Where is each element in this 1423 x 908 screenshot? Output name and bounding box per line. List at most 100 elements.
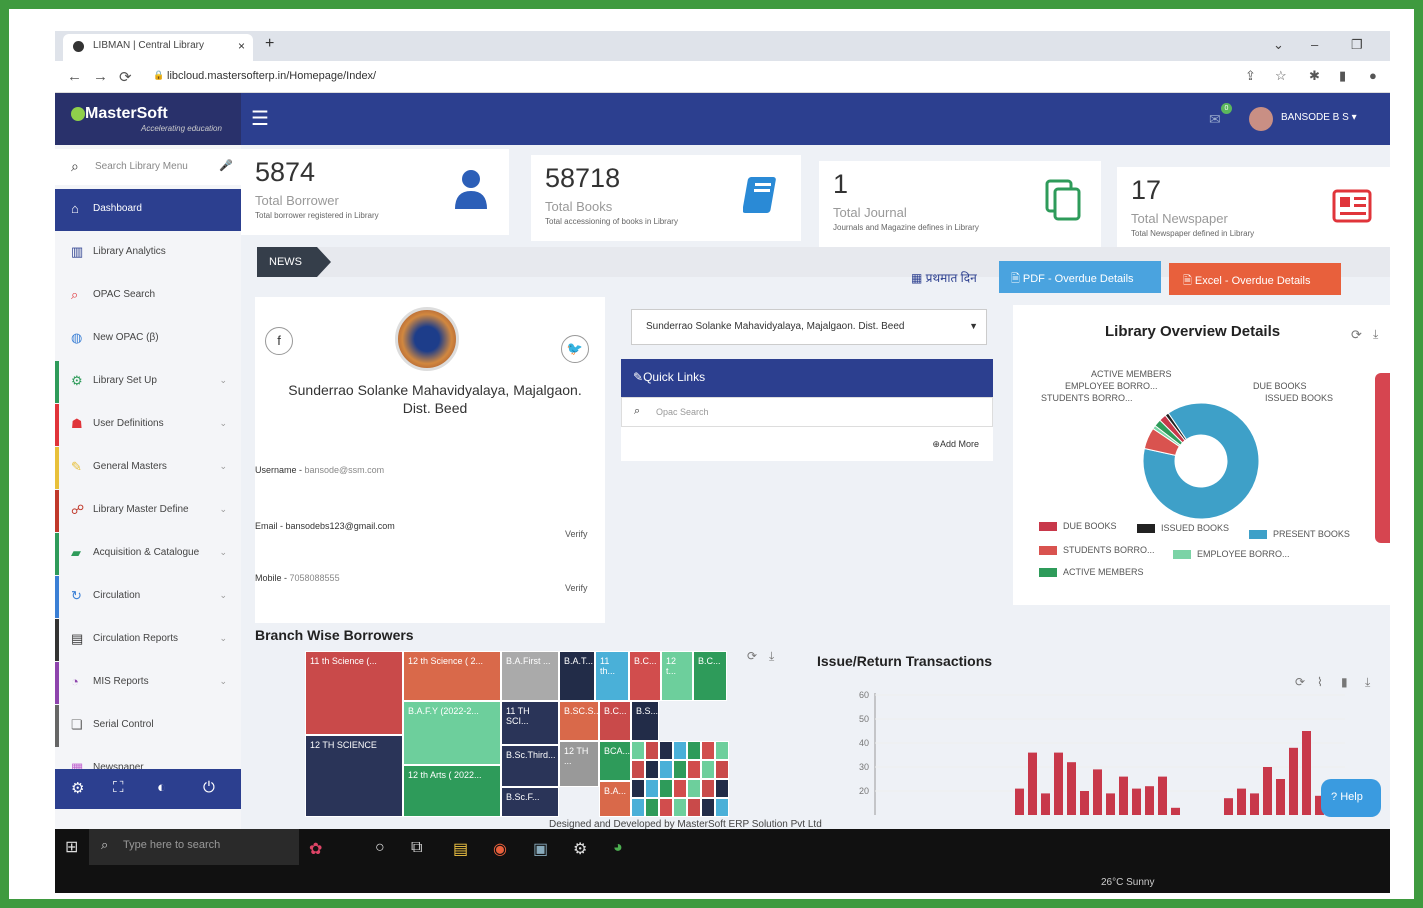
- treemap-tile[interactable]: [645, 798, 659, 817]
- sidebar-item-1[interactable]: ▥ Library Analytics: [55, 232, 241, 274]
- treemap-tile[interactable]: B.A.First ...: [501, 651, 559, 701]
- treemap-tile[interactable]: [673, 760, 687, 779]
- treemap-tile[interactable]: 12 th Science ( 2...: [403, 651, 501, 701]
- treemap-tile[interactable]: B.A.F.Y (2022-2...: [403, 701, 501, 765]
- download-icon[interactable]: ⤓: [769, 649, 774, 664]
- reload-icon[interactable]: ⟳: [119, 68, 132, 86]
- treemap-tile[interactable]: [659, 741, 673, 760]
- url-field[interactable]: 🔒 libcloud.mastersofterp.in/Homepage/Ind…: [151, 66, 1231, 88]
- treemap-tile[interactable]: [631, 760, 645, 779]
- transaction-bar[interactable]: [1080, 791, 1089, 815]
- forward-icon[interactable]: →: [93, 68, 108, 85]
- treemap-tile[interactable]: 12 th Arts ( 2022...: [403, 765, 501, 817]
- treemap-tile[interactable]: [631, 779, 645, 798]
- hamburger-menu-icon[interactable]: ☰: [251, 106, 269, 131]
- transaction-bar[interactable]: [1106, 793, 1115, 815]
- sidebar-item-7[interactable]: ☍ Library Master Define ⌄: [55, 490, 241, 532]
- sidepanel-icon[interactable]: ▮: [1339, 68, 1346, 84]
- treemap-tile[interactable]: B.S...: [631, 701, 659, 741]
- treemap-tile[interactable]: B.A.T...: [559, 651, 595, 701]
- avatar[interactable]: [1249, 107, 1273, 131]
- treemap-tile[interactable]: 12 TH ...: [559, 741, 599, 787]
- sidebar-item-0[interactable]: ⌂ Dashboard: [55, 189, 241, 231]
- library-select[interactable]: Sunderrao Solanke Mahavidyalaya, Majalga…: [631, 309, 987, 345]
- taskbar-search-input[interactable]: ⌕ Type here to search: [89, 829, 299, 865]
- transaction-bar[interactable]: [1015, 788, 1024, 815]
- refresh-icon[interactable]: ⟳: [747, 649, 757, 663]
- sidebar-item-2[interactable]: ⌕ OPAC Search: [55, 275, 241, 317]
- transaction-bar[interactable]: [1093, 769, 1102, 815]
- treemap-tile[interactable]: 11 TH SCI...: [501, 701, 559, 745]
- user-menu[interactable]: BANSODE B S ▾: [1281, 112, 1357, 123]
- treemap-tile[interactable]: B.C...: [629, 651, 661, 701]
- share-icon[interactable]: ⇪: [1245, 68, 1256, 84]
- treemap-tile[interactable]: [715, 779, 729, 798]
- treemap-tile[interactable]: BCA...: [599, 741, 631, 781]
- weather-widget[interactable]: 26°C Sunny: [1101, 877, 1154, 888]
- sidebar-item-5[interactable]: ☗ User Definitions ⌄: [55, 404, 241, 446]
- menu-search-input[interactable]: ⌕ Search Library Menu 🎤: [55, 149, 241, 185]
- restore-icon[interactable]: ❐: [1351, 37, 1363, 53]
- treemap-tile[interactable]: [687, 760, 701, 779]
- stat-card-0[interactable]: 5874 Total Borrower Total borrower registe…: [241, 149, 509, 235]
- treemap-tile[interactable]: [687, 741, 701, 760]
- treemap-tile[interactable]: [659, 798, 673, 817]
- transaction-bar[interactable]: [1119, 776, 1128, 815]
- transaction-bar[interactable]: [1276, 779, 1285, 815]
- brand-logo[interactable]: MasterSoft Accelerating education: [55, 93, 241, 145]
- treemap-tile[interactable]: [701, 779, 715, 798]
- transaction-bar[interactable]: [1237, 788, 1246, 815]
- treemap-tile[interactable]: 12 TH SCIENCE: [305, 735, 403, 817]
- transaction-bar[interactable]: [1224, 798, 1233, 815]
- stat-card-1[interactable]: 58718 Total Books Total accessioning of bo…: [531, 155, 801, 241]
- treemap-tile[interactable]: [645, 779, 659, 798]
- mail-icon[interactable]: ✉: [1209, 111, 1221, 128]
- treemap-tile[interactable]: [645, 741, 659, 760]
- star-icon[interactable]: ☆: [1275, 68, 1287, 84]
- side-tab[interactable]: [1375, 373, 1390, 543]
- legend-item[interactable]: ISSUED BOOKS: [1137, 523, 1229, 534]
- lock-screen-icon[interactable]: ◐: [157, 779, 166, 796]
- task-view-icon[interactable]: ⧉: [411, 839, 422, 857]
- back-icon[interactable]: ←: [67, 68, 82, 85]
- extensions-icon[interactable]: ✱: [1309, 68, 1320, 84]
- treemap-tile[interactable]: 11 th Science (...: [305, 651, 403, 735]
- transaction-bar[interactable]: [1145, 786, 1154, 815]
- opac-search-input[interactable]: ⌕ Opac Search: [621, 397, 993, 427]
- transaction-bar[interactable]: [1250, 793, 1259, 815]
- transaction-bar[interactable]: [1067, 762, 1076, 815]
- treemap-tile[interactable]: B.A...: [599, 781, 631, 817]
- verify-mobile-link[interactable]: Verify: [565, 583, 588, 593]
- treemap-tile[interactable]: B.Sc.F...: [501, 787, 559, 817]
- treemap-tile[interactable]: B.C...: [599, 701, 631, 741]
- add-more-button[interactable]: ⊕Add More: [932, 439, 979, 450]
- legend-item[interactable]: STUDENTS BORRO...: [1039, 545, 1155, 556]
- treemap-tile[interactable]: 12 t...: [661, 651, 693, 701]
- help-button[interactable]: ? Help: [1321, 779, 1381, 817]
- twitter-icon[interactable]: 🐦: [561, 335, 589, 363]
- stat-card-3[interactable]: 17 Total Newspaper Total Newspaper defined…: [1117, 167, 1390, 253]
- transaction-bar[interactable]: [1158, 776, 1167, 815]
- treemap-tile[interactable]: [659, 779, 673, 798]
- treemap-tile[interactable]: [701, 741, 715, 760]
- treemap-tile[interactable]: [701, 798, 715, 817]
- minimize-icon[interactable]: –: [1311, 37, 1318, 52]
- treemap-tile[interactable]: [715, 760, 729, 779]
- chevron-down-icon[interactable]: ⌄: [1273, 37, 1284, 53]
- treemap-tile[interactable]: [673, 741, 687, 760]
- chrome-icon[interactable]: ◕: [613, 839, 623, 857]
- treemap-tile[interactable]: [687, 798, 701, 817]
- verify-email-link[interactable]: Verify: [565, 529, 588, 539]
- stat-card-2[interactable]: 1 Total Journal Journals and Magazine defi…: [819, 161, 1101, 247]
- settings-icon[interactable]: ⚙: [573, 839, 587, 859]
- sidebar-item-4[interactable]: ⚙ Library Set Up ⌄: [55, 361, 241, 403]
- legend-item[interactable]: EMPLOYEE BORRO...: [1173, 549, 1290, 560]
- treemap-tile[interactable]: [631, 741, 645, 760]
- transaction-bar[interactable]: [1263, 767, 1272, 815]
- treemap-tile[interactable]: [645, 760, 659, 779]
- transaction-bar[interactable]: [1289, 747, 1298, 815]
- pdf-overdue-button[interactable]: 🗎 PDF - Overdue Details: [999, 261, 1161, 293]
- legend-item[interactable]: DUE BOOKS: [1039, 521, 1117, 532]
- browser-tab[interactable]: LIBMAN | Central Library ×: [63, 34, 253, 61]
- firefox-icon[interactable]: ◉: [493, 839, 507, 859]
